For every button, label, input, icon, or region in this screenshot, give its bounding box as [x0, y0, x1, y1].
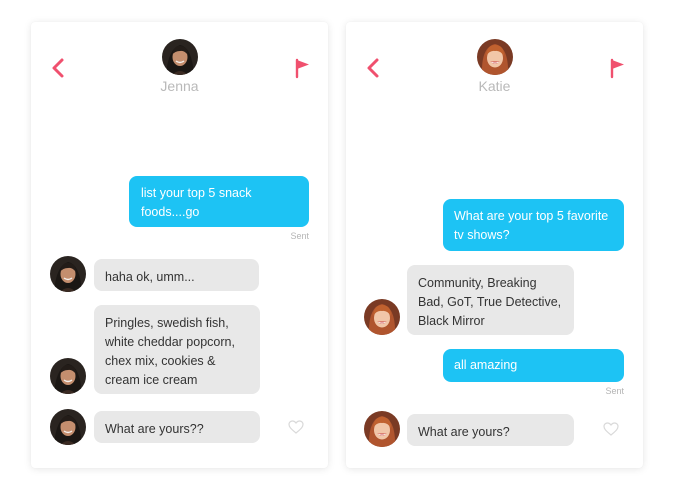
- heart-icon[interactable]: [603, 422, 619, 436]
- contact-avatar[interactable]: [476, 39, 513, 75]
- message-bubble-sent: What are your top 5 favorite tv shows?: [443, 199, 624, 251]
- contact-avatar[interactable]: [50, 256, 86, 292]
- chat-card-jenna: Jenna list your top 5 snack foods....go …: [31, 22, 328, 468]
- message-bubble-sent: list your top 5 snack foods....go: [129, 176, 309, 227]
- message-bubble-received: What are yours?: [407, 414, 574, 446]
- contact-name: Katie: [478, 78, 511, 94]
- heart-icon[interactable]: [288, 420, 304, 434]
- contact-name: Jenna: [160, 78, 199, 94]
- message-status: Sent: [605, 386, 624, 396]
- contact-avatar[interactable]: [50, 358, 86, 394]
- contact-avatar[interactable]: [161, 39, 198, 75]
- flag-icon[interactable]: [292, 56, 312, 80]
- message-status: Sent: [290, 231, 309, 241]
- chevron-left-icon[interactable]: [49, 56, 69, 80]
- chevron-left-icon[interactable]: [364, 56, 384, 80]
- contact-avatar[interactable]: [50, 409, 86, 445]
- message-bubble-received: Community, Breaking Bad, GoT, True Detec…: [407, 265, 574, 335]
- message-bubble-received: Pringles, swedish fish, white cheddar po…: [94, 305, 260, 394]
- message-bubble-received: haha ok, umm...: [94, 259, 259, 291]
- contact-avatar[interactable]: [364, 299, 400, 335]
- contact-avatar[interactable]: [364, 411, 400, 447]
- chat-card-katie: Katie What are your top 5 favorite tv sh…: [346, 22, 643, 468]
- flag-icon[interactable]: [607, 56, 627, 80]
- message-bubble-received: What are yours??: [94, 411, 260, 443]
- message-bubble-sent: all amazing: [443, 349, 624, 382]
